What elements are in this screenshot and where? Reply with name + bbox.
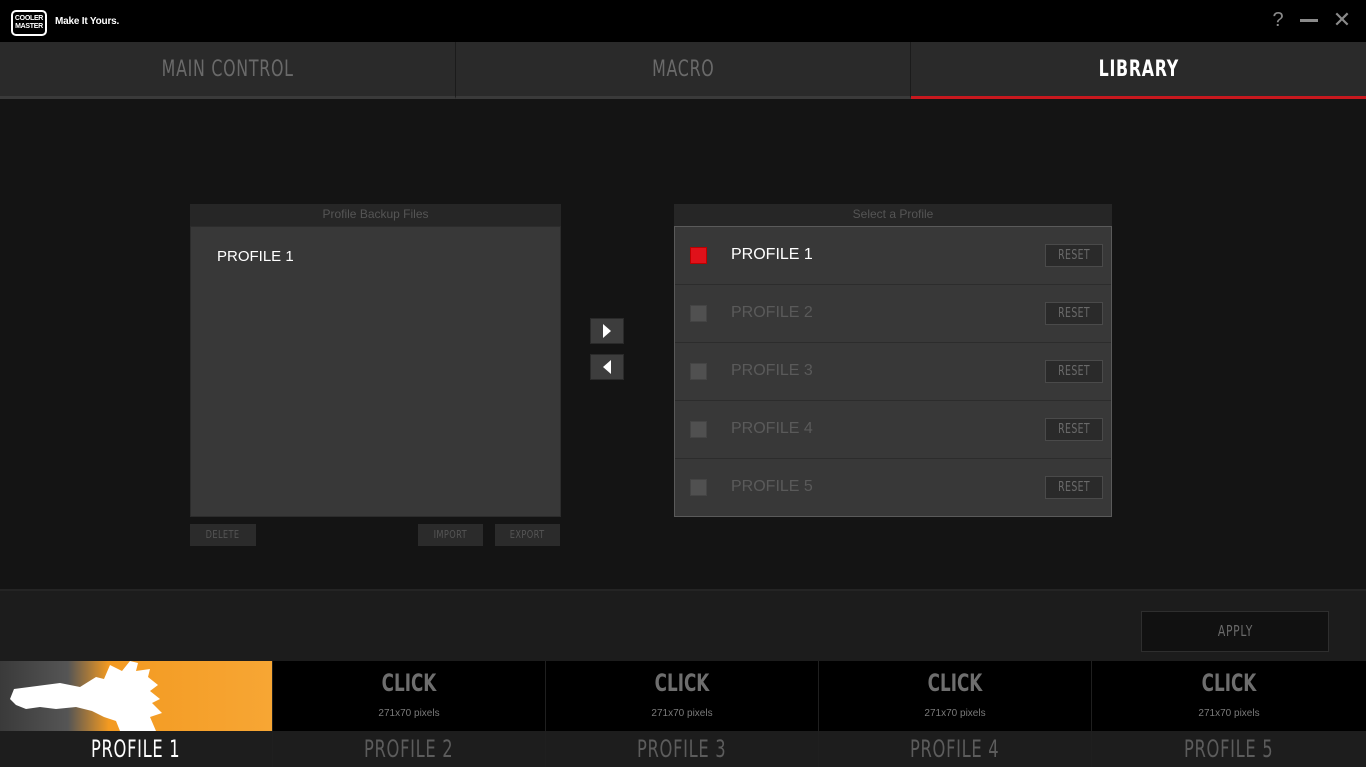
profile-slot-4[interactable]: CLICK 271x70 pixels PROFILE 4: [819, 661, 1092, 767]
profile-strip: PROFILE 1 CLICK 271x70 pixels PROFILE 2 …: [0, 661, 1366, 767]
delete-button[interactable]: DELETE: [190, 524, 256, 546]
image-size-hint: 271x70 pixels: [1198, 708, 1260, 719]
profile-checkbox[interactable]: [690, 479, 707, 496]
click-text: CLICK: [381, 669, 437, 697]
profile-name: PROFILE 3: [731, 362, 813, 379]
profile-name: PROFILE 2: [731, 304, 813, 321]
tab-library[interactable]: LIBRARY: [911, 42, 1366, 99]
profile-slot-label: PROFILE 4: [819, 731, 1091, 767]
reset-button[interactable]: RESET: [1045, 302, 1103, 325]
apply-label: APPLY: [1217, 622, 1253, 640]
library-content: Profile Backup Files PROFILE 1 DELETE IM…: [0, 99, 1366, 589]
reset-label: RESET: [1058, 364, 1090, 379]
profile-slot-label-text: PROFILE 5: [1184, 735, 1274, 763]
profile-slot-label: PROFILE 1: [0, 731, 272, 767]
title-bar: COOLER MASTER Make It Yours. ? ✕: [0, 0, 1366, 42]
delete-label: DELETE: [206, 528, 240, 541]
profile-name: PROFILE 1: [731, 246, 813, 263]
export-button[interactable]: EXPORT: [495, 524, 560, 546]
profile-row-5[interactable]: PROFILE 5 RESET: [675, 459, 1111, 517]
profile-image-placeholder[interactable]: CLICK 271x70 pixels: [1092, 661, 1366, 731]
profile-slot-label: PROFILE 5: [1092, 731, 1366, 767]
reset-button[interactable]: RESET: [1045, 476, 1103, 499]
select-profile-header: Select a Profile: [674, 204, 1112, 226]
profile-checkbox[interactable]: [690, 421, 707, 438]
profile-slot-label: PROFILE 2: [273, 731, 545, 767]
profile-slot-label-text: PROFILE 2: [364, 735, 454, 763]
profile-checkbox[interactable]: [690, 363, 707, 380]
profile-image-placeholder[interactable]: CLICK 271x70 pixels: [819, 661, 1091, 731]
close-button[interactable]: ✕: [1329, 8, 1355, 32]
main-tabs: MAIN CONTROL MACRO LIBRARY: [0, 42, 1366, 99]
select-profile-list: PROFILE 1 RESET PROFILE 2 RESET PROFILE …: [674, 226, 1112, 517]
arrow-right-icon: [603, 324, 611, 338]
click-text: CLICK: [654, 669, 710, 697]
import-label: IMPORT: [433, 528, 468, 541]
profile-slot-label-text: PROFILE 1: [91, 735, 181, 763]
logo-text-line1: COOLER: [14, 15, 44, 22]
profile-row-3[interactable]: PROFILE 3 RESET: [675, 343, 1111, 401]
help-button[interactable]: ?: [1265, 8, 1291, 32]
reset-label: RESET: [1058, 422, 1090, 437]
backup-panel-header: Profile Backup Files: [190, 204, 561, 226]
profile-slot-label-text: PROFILE 3: [637, 735, 727, 763]
image-size-hint: 271x70 pixels: [924, 708, 986, 719]
export-label: EXPORT: [510, 528, 545, 541]
profile-checkbox[interactable]: [690, 247, 707, 264]
profile-name: PROFILE 4: [731, 420, 813, 437]
tab-label: MAIN CONTROL: [161, 56, 294, 82]
profile-slot-3[interactable]: CLICK 271x70 pixels PROFILE 3: [546, 661, 819, 767]
minimize-icon: [1300, 19, 1318, 22]
profile-checkbox[interactable]: [690, 305, 707, 322]
reset-label: RESET: [1058, 306, 1090, 321]
profile-slot-label-text: PROFILE 4: [910, 735, 1000, 763]
logo-text-line2: MASTER: [15, 23, 43, 30]
apply-bar: APPLY: [0, 589, 1366, 661]
profile-name: PROFILE 5: [731, 478, 813, 495]
click-text: CLICK: [927, 669, 983, 697]
import-button[interactable]: IMPORT: [418, 524, 483, 546]
arrow-left-icon: [603, 360, 611, 374]
reset-label: RESET: [1058, 248, 1090, 263]
cooler-master-logo: COOLER MASTER: [11, 10, 47, 36]
profile-slot-1[interactable]: PROFILE 1: [0, 661, 273, 767]
profile-slot-5[interactable]: CLICK 271x70 pixels PROFILE 5: [1092, 661, 1366, 767]
profile-row-1[interactable]: PROFILE 1 RESET: [675, 227, 1111, 285]
reset-button[interactable]: RESET: [1045, 244, 1103, 267]
backup-profile-button[interactable]: [590, 354, 624, 380]
tab-label: LIBRARY: [1098, 56, 1179, 82]
profile-slot-label: PROFILE 3: [546, 731, 818, 767]
profile-image-placeholder[interactable]: CLICK 271x70 pixels: [273, 661, 545, 731]
tagline: Make It Yours.: [55, 16, 120, 27]
backup-files-list[interactable]: PROFILE 1: [190, 226, 561, 517]
click-text: CLICK: [1201, 669, 1257, 697]
reset-button[interactable]: RESET: [1045, 418, 1103, 441]
profile-image-placeholder[interactable]: CLICK 271x70 pixels: [546, 661, 818, 731]
reset-label: RESET: [1058, 480, 1090, 495]
profile-image[interactable]: [0, 661, 272, 731]
tab-macro[interactable]: MACRO: [455, 42, 912, 99]
image-size-hint: 271x70 pixels: [378, 708, 440, 719]
backup-file-item[interactable]: PROFILE 1: [217, 248, 294, 265]
apply-button[interactable]: APPLY: [1141, 611, 1329, 652]
character-silhouette-icon: [10, 661, 162, 731]
profile-slot-2[interactable]: CLICK 271x70 pixels PROFILE 2: [273, 661, 546, 767]
profile-row-4[interactable]: PROFILE 4 RESET: [675, 401, 1111, 459]
minimize-button[interactable]: [1296, 8, 1322, 32]
profile-row-2[interactable]: PROFILE 2 RESET: [675, 285, 1111, 343]
tab-label: MACRO: [651, 56, 715, 82]
reset-button[interactable]: RESET: [1045, 360, 1103, 383]
tab-main-control[interactable]: MAIN CONTROL: [0, 42, 456, 99]
image-size-hint: 271x70 pixels: [651, 708, 713, 719]
load-to-profile-button[interactable]: [590, 318, 624, 344]
